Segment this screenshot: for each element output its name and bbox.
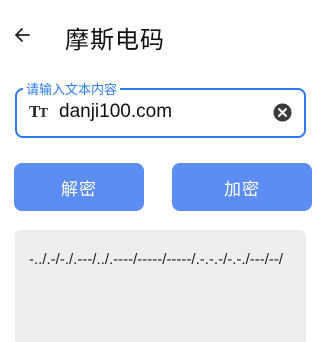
clear-text-button[interactable] — [272, 102, 293, 123]
text-format-icon: TT — [29, 103, 48, 121]
text-input-field[interactable]: 请输入文本内容 TT — [15, 79, 306, 138]
page-title: 摩斯电码 — [65, 26, 165, 54]
back-button[interactable] — [12, 25, 32, 45]
clear-circle-icon — [273, 103, 292, 122]
text-input-label: 请输入文本内容 — [23, 79, 121, 98]
morse-code-screen: 摩斯电码 请输入文本内容 TT 解密 加密 -../.-/-./.---/../… — [0, 0, 320, 342]
text-input[interactable] — [59, 99, 269, 125]
encrypt-button[interactable]: 加密 — [172, 163, 312, 211]
decrypt-button[interactable]: 解密 — [14, 163, 144, 211]
app-bar: 摩斯电码 — [0, 12, 320, 56]
morse-output-text[interactable]: -../.-/-./.---/../.----/-----/-----/.-.-… — [29, 250, 299, 270]
output-panel: -../.-/-./.---/../.----/-----/-----/.-.-… — [15, 230, 306, 342]
arrow-left-icon — [15, 28, 30, 42]
